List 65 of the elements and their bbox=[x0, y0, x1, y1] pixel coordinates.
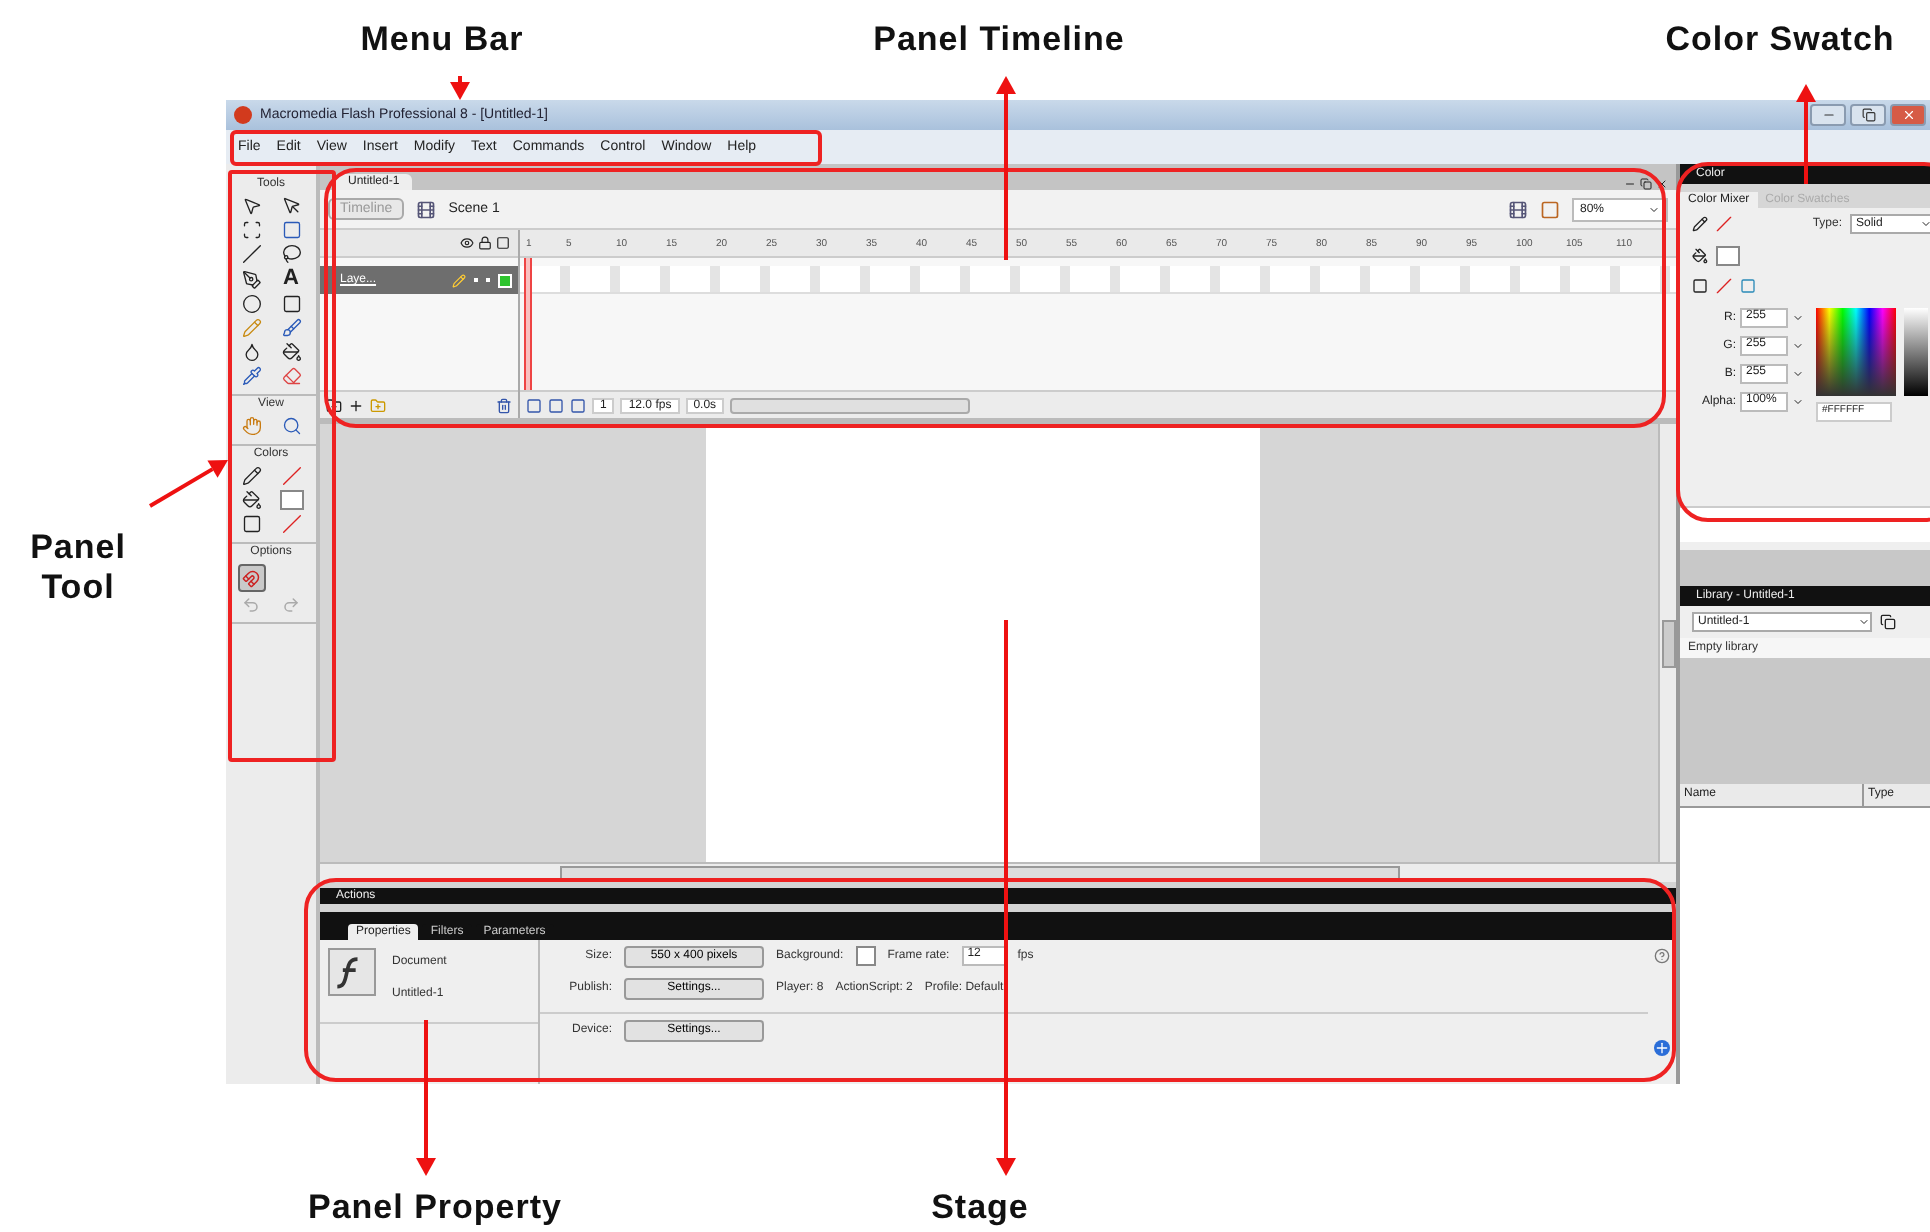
restore-icon[interactable] bbox=[1640, 178, 1652, 190]
restore-icon bbox=[1861, 108, 1875, 122]
maximize-button[interactable] bbox=[1850, 104, 1886, 126]
no-color-icon[interactable] bbox=[281, 466, 301, 486]
dropdown-icon[interactable] bbox=[1792, 396, 1804, 408]
close-icon bbox=[1901, 108, 1915, 122]
annotation-label: Color Swatch bbox=[1663, 20, 1897, 60]
expand-icon[interactable] bbox=[1654, 1040, 1670, 1056]
fill-color-icon[interactable] bbox=[241, 490, 261, 510]
line-icon[interactable] bbox=[241, 244, 261, 264]
lock-icon bbox=[478, 236, 492, 250]
scene-icon bbox=[416, 199, 437, 219]
background-swatch[interactable] bbox=[855, 946, 876, 966]
snap-button[interactable] bbox=[237, 564, 265, 592]
ellipse-icon[interactable] bbox=[241, 294, 261, 314]
stroke-color-icon[interactable] bbox=[1692, 216, 1708, 232]
eye-icon bbox=[460, 236, 474, 250]
fill-swatch[interactable] bbox=[1716, 246, 1740, 266]
pen-icon[interactable] bbox=[241, 269, 261, 289]
text-tool[interactable]: A bbox=[283, 268, 299, 290]
help-icon[interactable] bbox=[1654, 948, 1670, 964]
arrow bbox=[1796, 84, 1816, 184]
dropdown-icon bbox=[1648, 203, 1660, 215]
pointer-icon[interactable] bbox=[281, 196, 301, 216]
app-logo-icon bbox=[234, 106, 252, 124]
brightness-bar[interactable] bbox=[1904, 308, 1928, 396]
fill-color-icon[interactable] bbox=[1692, 248, 1708, 264]
paint-bucket-icon[interactable] bbox=[281, 342, 301, 362]
dropdown-icon[interactable] bbox=[1792, 340, 1804, 352]
minimize-icon[interactable] bbox=[1624, 178, 1636, 190]
flash-document-icon bbox=[328, 948, 376, 996]
pointer-icon[interactable] bbox=[241, 196, 261, 216]
rectangle-icon[interactable] bbox=[281, 294, 301, 314]
new-library-icon[interactable] bbox=[1880, 614, 1896, 630]
annotation-label: Panel Tool bbox=[28, 528, 128, 608]
hand-icon[interactable] bbox=[241, 416, 261, 436]
edit-scene-icon[interactable] bbox=[1508, 199, 1528, 219]
no-color-icon[interactable] bbox=[1716, 216, 1732, 232]
lasso-icon[interactable] bbox=[281, 244, 301, 264]
dropdown-icon[interactable] bbox=[1792, 368, 1804, 380]
dropdown-icon[interactable] bbox=[1792, 312, 1804, 324]
arrow bbox=[450, 76, 470, 100]
annotation-label: Panel Property bbox=[306, 1188, 564, 1228]
pencil-icon bbox=[452, 273, 466, 287]
outline-icon bbox=[496, 236, 510, 250]
annotation-label: Menu Bar bbox=[358, 20, 526, 60]
dropdown-icon bbox=[1920, 218, 1930, 230]
brush-icon[interactable] bbox=[281, 318, 301, 338]
stroke-color-icon[interactable] bbox=[241, 466, 261, 486]
eyedropper-icon[interactable] bbox=[241, 366, 261, 386]
delete-layer-icon[interactable] bbox=[496, 397, 512, 413]
zoom-icon[interactable] bbox=[281, 416, 301, 436]
dropdown-icon bbox=[1858, 616, 1870, 628]
transform-icon[interactable] bbox=[241, 220, 261, 240]
add-guide-icon[interactable] bbox=[348, 397, 364, 413]
add-layer-icon[interactable] bbox=[326, 397, 342, 413]
color-spectrum[interactable] bbox=[1816, 308, 1896, 396]
annotation-label: Stage bbox=[929, 1188, 1031, 1228]
annotation-label: Panel Timeline bbox=[871, 20, 1127, 60]
arrow bbox=[149, 460, 228, 508]
playhead bbox=[524, 258, 532, 390]
no-color-icon[interactable] bbox=[1716, 278, 1732, 294]
minimize-icon bbox=[1821, 108, 1835, 122]
fill-swatch[interactable] bbox=[279, 490, 303, 510]
eraser-icon[interactable] bbox=[281, 366, 301, 386]
